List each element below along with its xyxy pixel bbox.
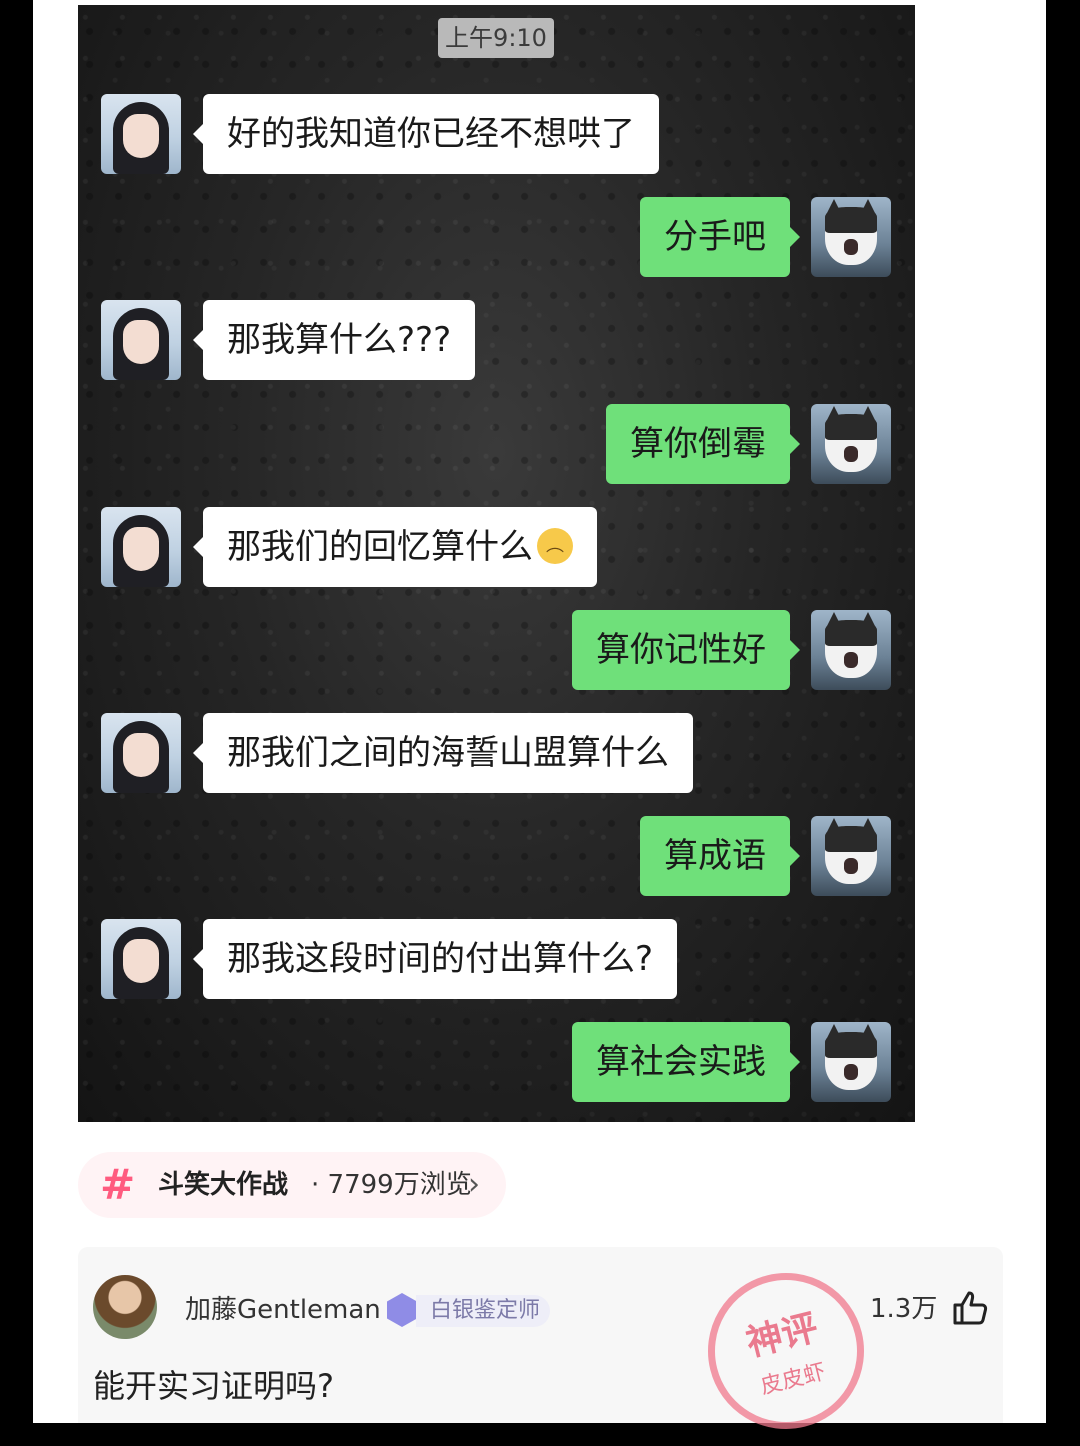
sender-avatar <box>101 507 181 587</box>
sender-avatar <box>101 94 181 174</box>
like-count: 1.3万 <box>870 1294 938 1324</box>
sender-avatar <box>101 300 181 380</box>
topic-chip[interactable]: # 斗笑大作战 · 7799万浏览 › <box>78 1152 506 1218</box>
user-rank-badge: 白银鉴定师 <box>416 1295 551 1327</box>
outgoing-message: 分手吧 <box>640 197 800 277</box>
frowning-face-icon: ︵ <box>537 527 573 564</box>
comment-text: 能开实习证明吗? <box>93 1367 334 1405</box>
top-comment: 加藤Gentleman 白银鉴定师 神评 皮皮虾 1.3万 能开实习证明吗? <box>78 1247 1003 1446</box>
topic-view-count: · 7799万浏览 <box>311 1170 472 1200</box>
chat-screenshot-image[interactable]: 上午9:10 好的我知道你已经不想哄了 分手吧 那我算什么??? 算你倒霉 那我… <box>78 5 915 1122</box>
incoming-message: 那我这段时间的付出算什么? <box>192 919 678 999</box>
outgoing-message: 算社会实践 <box>572 1022 800 1102</box>
receiver-avatar <box>811 816 891 896</box>
chevron-right-icon: › <box>468 1167 480 1202</box>
commenter-username[interactable]: 加藤Gentleman <box>185 1292 381 1328</box>
chat-timestamp: 上午9:10 <box>438 18 554 58</box>
outgoing-message: 算你倒霉 <box>606 404 800 484</box>
incoming-message-text: 那我们的回忆算什么 <box>227 527 533 567</box>
sender-avatar <box>101 713 181 793</box>
receiver-avatar <box>811 610 891 690</box>
post-page: 上午9:10 好的我知道你已经不想哄了 分手吧 那我算什么??? 算你倒霉 那我… <box>33 0 1046 1446</box>
receiver-avatar <box>811 197 891 277</box>
incoming-message: 那我算什么??? <box>192 300 476 380</box>
outgoing-message: 算成语 <box>640 816 800 896</box>
receiver-avatar <box>811 404 891 484</box>
sender-avatar <box>101 919 181 999</box>
silver-badge-icon <box>387 1293 417 1327</box>
thumbs-up-icon[interactable] <box>950 1287 990 1327</box>
incoming-message: 那我们的回忆算什么 ︵ <box>193 507 597 587</box>
outgoing-message: 算你记性好 <box>572 610 800 690</box>
incoming-message: 那我们之间的海誓山盟算什么 <box>193 713 693 793</box>
featured-comment-stamp: 神评 皮皮虾 <box>691 1256 881 1446</box>
topic-name: 斗笑大作战 <box>158 1170 289 1200</box>
hashtag-icon: # <box>100 1160 136 1209</box>
receiver-avatar <box>811 1022 891 1102</box>
commenter-avatar[interactable] <box>93 1275 157 1339</box>
incoming-message: 好的我知道你已经不想哄了 <box>193 94 659 174</box>
